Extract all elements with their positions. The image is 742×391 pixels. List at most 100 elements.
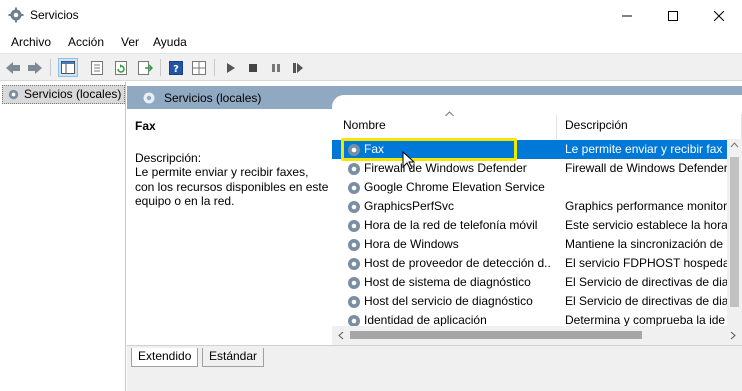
service-description: El Servicio de directivas de dia (565, 275, 727, 289)
service-gear-icon (348, 220, 360, 232)
selected-service-name: Fax (135, 119, 156, 133)
service-gear-icon (348, 163, 360, 175)
refresh-button[interactable] (111, 58, 131, 77)
tree-item-label: Servicios (locales) (24, 87, 122, 101)
service-description: Le permite enviar y recibir fax (565, 142, 723, 156)
start-service-button[interactable] (221, 58, 241, 77)
menu-archivo[interactable]: Archivo (11, 35, 51, 49)
pause-icon (272, 63, 280, 72)
tab-label: Extendido (138, 349, 192, 363)
maximize-icon (668, 10, 678, 21)
tree-item-servicios-locales[interactable]: Servicios (locales) (2, 85, 126, 104)
service-gear-icon (348, 296, 360, 308)
service-gear-icon (348, 239, 360, 251)
arrow-right-icon (28, 61, 42, 74)
title-bar: Servicios (0, 0, 742, 31)
description-text: Le permite enviar y recibir faxes, con l… (135, 165, 329, 208)
window-title: Servicios (30, 8, 79, 22)
service-row[interactable]: GraphicsPerfSvc Graphics performance mon… (332, 197, 727, 216)
help-button[interactable]: ? (166, 58, 186, 77)
menu-bar: Archivo Acción Ver Ayuda (0, 31, 742, 53)
service-row[interactable]: Hora de la red de telefonía móvil Este s… (332, 216, 727, 235)
service-row[interactable]: Firewall de Windows Defender Firewall de… (332, 159, 727, 178)
minimize-icon (622, 15, 632, 16)
column-header-nombre[interactable]: Nombre (332, 111, 557, 139)
mouse-cursor-icon (402, 151, 416, 170)
service-name: Host de proveedor de detección d... (364, 256, 550, 270)
tab-estandar[interactable]: Estándar (202, 348, 265, 367)
minimize-button[interactable] (604, 0, 650, 31)
service-description: Graphics performance monitor (565, 199, 727, 213)
column-header-label: Nombre (343, 118, 386, 132)
forward-button[interactable] (25, 58, 45, 77)
service-name: Hora de la red de telefonía móvil (364, 218, 538, 232)
horizontal-scrollbar[interactable] (332, 326, 742, 345)
description-label: Descripción: (135, 151, 202, 165)
service-description: Este servicio establece la hora (565, 218, 727, 232)
service-description: El servicio FDPHOST hospeda (565, 256, 727, 270)
toolbar-separator (214, 59, 215, 76)
play-icon (227, 62, 235, 73)
properties-icon (91, 60, 103, 75)
toolbar: ? (0, 53, 742, 81)
maximize-button[interactable] (650, 0, 696, 31)
services-gear-icon (143, 92, 155, 104)
service-gear-icon (348, 201, 360, 213)
export-list-button[interactable] (135, 58, 155, 77)
service-row[interactable]: Host del servicio de diagnóstico El Serv… (332, 292, 727, 311)
column-header-label: Descripción (565, 118, 628, 132)
panel-title: Servicios (locales) (164, 91, 262, 105)
restart-icon (293, 62, 303, 73)
scroll-left-icon (338, 331, 344, 340)
scroll-up-icon (730, 142, 739, 148)
description-pane: Fax Descripción: Le permite enviar y rec… (127, 109, 332, 345)
show-hide-tree-button[interactable] (58, 58, 78, 77)
svg-text:?: ? (173, 64, 179, 75)
toolbar-separator (160, 59, 161, 76)
restart-service-button[interactable] (288, 58, 308, 77)
service-description: Mantiene la sincronización de (565, 237, 724, 251)
mmc-view-button[interactable] (189, 58, 209, 77)
properties-button[interactable] (87, 58, 107, 77)
service-name: Google Chrome Elevation Service (364, 180, 545, 194)
horizontal-scroll-thumb[interactable] (350, 331, 642, 339)
scroll-right-icon (730, 331, 736, 340)
arrow-left-icon (6, 61, 20, 74)
service-gear-icon (348, 182, 360, 194)
export-icon (137, 60, 153, 75)
tab-extendido[interactable]: Extendido (131, 348, 199, 367)
sort-up-icon (445, 111, 454, 117)
menu-ver[interactable]: Ver (121, 35, 139, 49)
header-notch (332, 95, 742, 109)
services-gear-icon (8, 89, 19, 100)
service-name: Firewall de Windows Defender (364, 161, 527, 175)
back-button[interactable] (3, 58, 23, 77)
pause-service-button[interactable] (266, 58, 286, 77)
menu-accion[interactable]: Acción (68, 35, 104, 49)
toolbar-separator (50, 59, 51, 76)
service-name: Hora de Windows (364, 237, 459, 251)
service-description: Firewall de Windows Defender (565, 161, 727, 175)
service-row[interactable]: Hora de Windows Mantiene la sincronizaci… (332, 235, 727, 254)
service-name: Host del servicio de diagnóstico (364, 294, 533, 308)
service-name: Identidad de aplicación (364, 313, 487, 327)
close-button[interactable] (696, 0, 742, 31)
services-panel: Servicios (locales) Fax Descripción: Le … (127, 82, 742, 391)
stop-service-button[interactable] (243, 58, 263, 77)
refresh-icon (115, 60, 127, 75)
vertical-scroll-thumb[interactable] (730, 157, 739, 307)
highlight-box (341, 138, 517, 161)
services-list: Nombre Descripción Fax Le permite enviar… (332, 109, 742, 345)
help-icon: ? (169, 60, 183, 75)
column-header-descripcion[interactable]: Descripción (557, 114, 742, 139)
service-description: Determina y comprueba la ide (565, 313, 726, 327)
service-gear-icon (348, 258, 360, 270)
close-icon (714, 10, 724, 21)
console-tree-icon (61, 61, 75, 74)
service-row[interactable]: Host de proveedor de detección d... El s… (332, 254, 727, 273)
stop-icon (249, 63, 257, 72)
service-row[interactable]: Host de sistema de diagnóstico El Servic… (332, 273, 727, 292)
menu-ayuda[interactable]: Ayuda (153, 35, 187, 49)
service-row[interactable]: Google Chrome Elevation Service (332, 178, 727, 197)
vertical-scrollbar[interactable] (727, 139, 742, 326)
